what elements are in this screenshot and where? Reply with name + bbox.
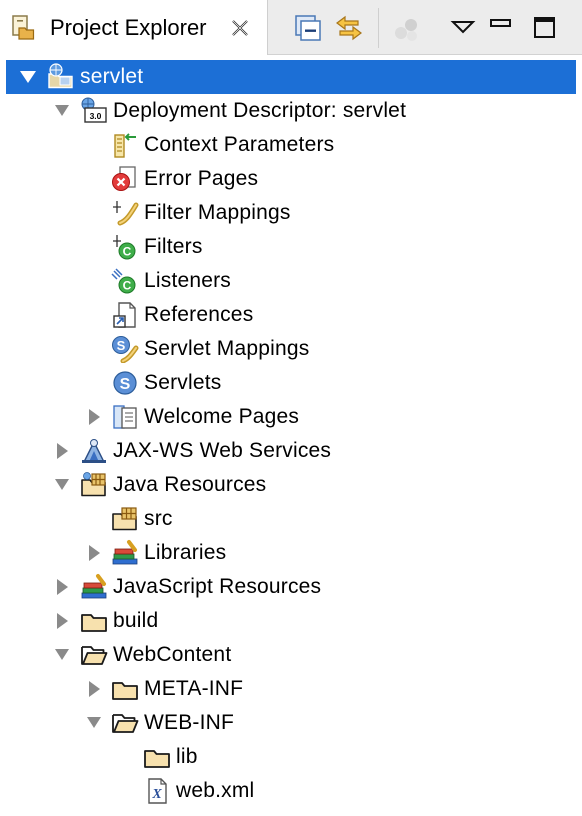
minimize-icon[interactable]: [486, 13, 516, 43]
folder-open-icon: [111, 709, 139, 737]
tree-item-label: WEB-INF: [144, 711, 235, 734]
tree-item-webcontent[interactable]: WebContent: [0, 638, 582, 672]
collapsed-twisty-icon[interactable]: [84, 672, 104, 706]
tree-item-label: Java Resources: [113, 473, 267, 496]
project-explorer-icon: [10, 14, 38, 42]
tree-item-label: Filter Mappings: [144, 201, 291, 224]
tree-item-filters[interactable]: C Filters: [0, 230, 582, 264]
context-parameters-icon: [111, 131, 139, 159]
view-menu-icon[interactable]: [448, 13, 478, 43]
svg-text:C: C: [123, 245, 132, 259]
close-icon[interactable]: [229, 17, 251, 39]
tree-item-welcome[interactable]: Welcome Pages: [0, 400, 582, 434]
references-icon: [111, 301, 139, 329]
svg-text:3.0: 3.0: [90, 111, 102, 121]
svg-text:X: X: [151, 787, 162, 802]
tree-item-libs[interactable]: Libraries: [0, 536, 582, 570]
svg-text:S: S: [120, 376, 131, 393]
tree-item-label: WebContent: [113, 643, 232, 666]
collapsed-twisty-icon[interactable]: [52, 604, 72, 638]
tree-item-ctx[interactable]: Context Parameters: [0, 128, 582, 162]
tree-item-jaxws[interactable]: JAX-WS Web Services: [0, 434, 582, 468]
tree-item-label: Context Parameters: [144, 133, 335, 156]
tree-item-label: META-INF: [144, 677, 244, 700]
tree-item-servlets[interactable]: S Servlets: [0, 366, 582, 400]
tree-item-build[interactable]: build: [0, 604, 582, 638]
listeners-icon: C: [111, 267, 139, 295]
tree-item-label: web.xml: [176, 779, 255, 802]
jaxws-icon: [80, 437, 108, 465]
expanded-twisty-icon[interactable]: [18, 60, 38, 94]
web-project-icon: [47, 63, 75, 91]
collapsed-twisty-icon[interactable]: [52, 434, 72, 468]
tree-item-listeners[interactable]: C Listeners: [0, 264, 582, 298]
toolbar-separator: [378, 8, 379, 48]
tree-item-label: Filters: [144, 235, 203, 258]
view-titlebar: Project Explorer: [0, 0, 582, 55]
project-tree: servlet 3.0 Deployment Descriptor: servlet…: [0, 55, 582, 816]
tree-item-servlet[interactable]: servlet: [6, 60, 576, 94]
tree-item-jsres[interactable]: JavaScript Resources: [0, 570, 582, 604]
tree-item-fmap[interactable]: Filter Mappings: [0, 196, 582, 230]
tree-item-label: References: [144, 303, 254, 326]
tree-item-label: Welcome Pages: [144, 405, 300, 428]
tree-item-label: src: [144, 507, 173, 530]
expanded-twisty-icon[interactable]: [52, 94, 72, 128]
svg-text:C: C: [123, 279, 132, 293]
tree-item-label: build: [113, 609, 159, 632]
maximize-icon[interactable]: [530, 13, 560, 43]
collapsed-twisty-icon[interactable]: [84, 400, 104, 434]
collapsed-twisty-icon[interactable]: [52, 570, 72, 604]
java-resources-icon: [80, 471, 108, 499]
link-with-editor-icon[interactable]: [334, 13, 364, 43]
tree-item-javares[interactable]: Java Resources: [0, 468, 582, 502]
servlet-mappings-icon: S: [111, 335, 139, 363]
error-pages-icon: [111, 165, 139, 193]
tree-item-smap[interactable]: S Servlet Mappings: [0, 332, 582, 366]
xml-file-icon: X: [143, 777, 171, 805]
welcome-pages-icon: [111, 403, 139, 431]
libraries-icon: [80, 573, 108, 601]
tree-item-label: lib: [176, 745, 198, 768]
folder-icon: [143, 743, 171, 771]
libraries-icon: [111, 539, 139, 567]
filters-icon: C: [111, 233, 139, 261]
collapsed-twisty-icon[interactable]: [84, 536, 104, 570]
collapse-all-icon[interactable]: [293, 13, 323, 43]
tree-item-label: Error Pages: [144, 167, 259, 190]
tree-item-dd[interactable]: 3.0 Deployment Descriptor: servlet: [0, 94, 582, 128]
deployment-descriptor-icon: 3.0: [80, 97, 108, 125]
servlets-icon: S: [111, 369, 139, 397]
tree-item-refs[interactable]: References: [0, 298, 582, 332]
svg-text:S: S: [117, 338, 126, 353]
expanded-twisty-icon[interactable]: [52, 468, 72, 502]
expanded-twisty-icon[interactable]: [52, 638, 72, 672]
expanded-twisty-icon[interactable]: [84, 706, 104, 740]
tree-item-label: JAX-WS Web Services: [113, 439, 332, 462]
filter-mappings-icon: [111, 199, 139, 227]
focus-working-set-icon[interactable]: [392, 13, 422, 43]
tree-item-label: servlet: [80, 65, 144, 88]
tree-item-src[interactable]: src: [0, 502, 582, 536]
tree-item-webinf[interactable]: WEB-INF: [0, 706, 582, 740]
tree-item-webxml[interactable]: Xweb.xml: [0, 774, 582, 808]
view-title: Project Explorer: [50, 15, 207, 40]
tree-item-err[interactable]: Error Pages: [0, 162, 582, 196]
tree-item-lib[interactable]: lib: [0, 740, 582, 774]
tree-item-label: JavaScript Resources: [113, 575, 322, 598]
tree-item-label: Deployment Descriptor: servlet: [113, 99, 407, 122]
tree-item-label: Servlet Mappings: [144, 337, 310, 360]
folder-open-icon: [80, 641, 108, 669]
tree-item-label: Listeners: [144, 269, 232, 292]
folder-icon: [111, 675, 139, 703]
project-explorer-tab[interactable]: Project Explorer: [0, 0, 268, 55]
tree-item-label: Servlets: [144, 371, 222, 394]
tree-item-metainf[interactable]: META-INF: [0, 672, 582, 706]
folder-icon: [80, 607, 108, 635]
source-folder-icon: [111, 505, 139, 533]
tree-item-label: Libraries: [144, 541, 227, 564]
